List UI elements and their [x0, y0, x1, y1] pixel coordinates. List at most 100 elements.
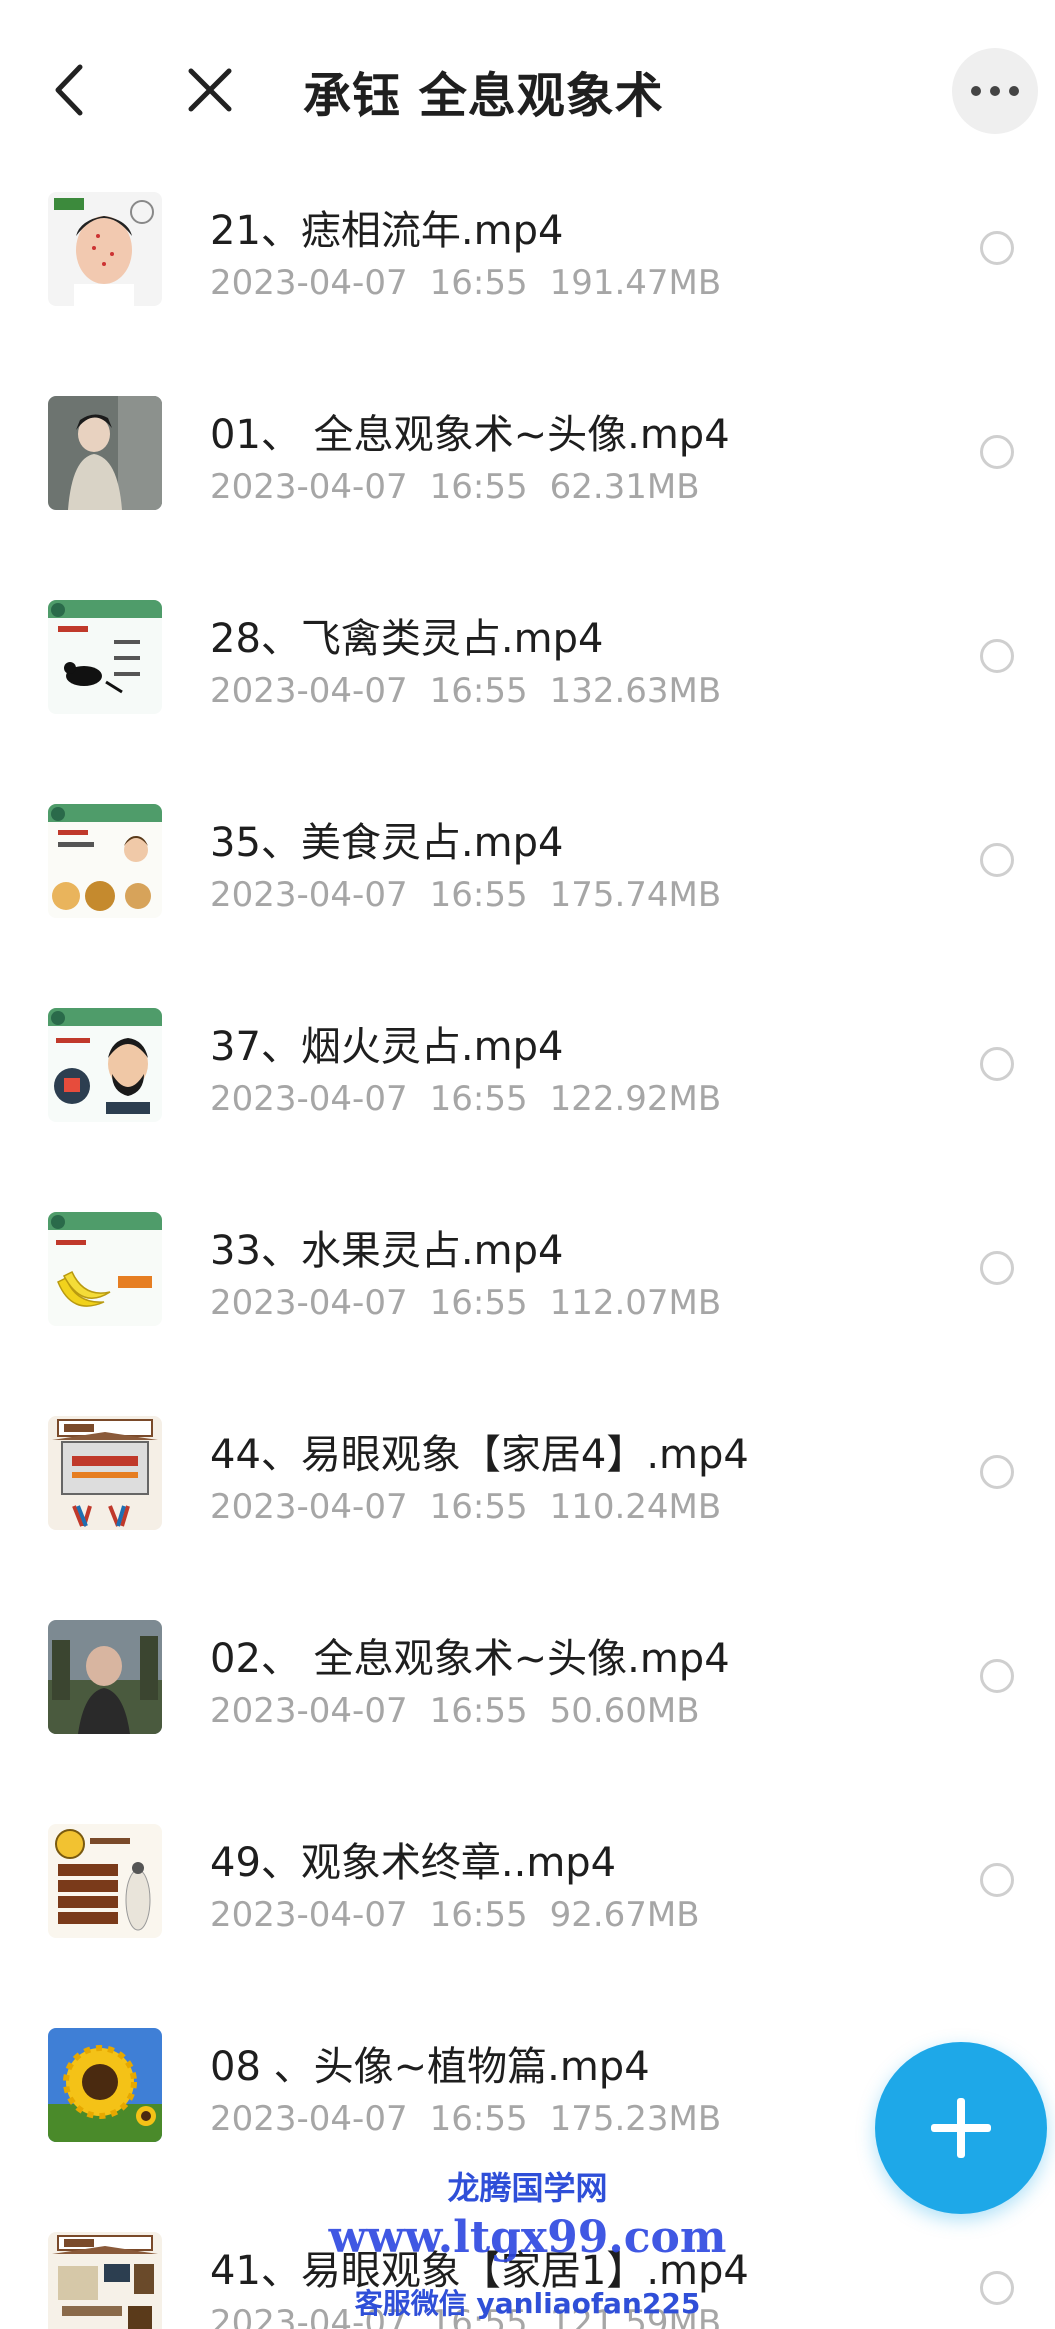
banana-thumbnail: [48, 1212, 162, 1326]
list-item[interactable]: 28、飞禽类灵占.mp4 2023-04-07 16:55 132.63MB: [0, 586, 1055, 790]
file-meta: 2023-04-07 16:55 62.31MB: [210, 467, 722, 507]
close-button[interactable]: [175, 55, 245, 125]
list-item[interactable]: 21、痣相流年.mp4 2023-04-07 16:55 191.47MB: [0, 178, 1055, 382]
file-time: 16:55: [429, 1283, 528, 1323]
page-title: 承钰 全息观象术: [303, 68, 664, 124]
file-date: 2023-04-07: [210, 263, 408, 303]
file-name: 01、 全息观象术~头像.mp4: [210, 412, 730, 458]
file-meta: 2023-04-07 16:55 191.47MB: [210, 263, 743, 303]
file-meta: 2023-04-07 16:55 121.59MB: [210, 2303, 743, 2329]
file-date: 2023-04-07: [210, 2303, 408, 2329]
select-radio[interactable]: [980, 639, 1014, 673]
sunflower-thumbnail: [48, 2028, 162, 2142]
list-item[interactable]: 41、易眼观象【家居1】.mp4 2023-04-07 16:55 121.59MB: [0, 2218, 1055, 2329]
file-date: 2023-04-07: [210, 2099, 408, 2139]
face-moles-thumbnail: [48, 192, 162, 306]
file-date: 2023-04-07: [210, 467, 408, 507]
select-radio[interactable]: [980, 435, 1014, 469]
file-time: 16:55: [429, 2303, 528, 2329]
file-date: 2023-04-07: [210, 1895, 408, 1935]
file-time: 16:55: [429, 1079, 528, 1119]
list-item[interactable]: 33、水果灵占.mp4 2023-04-07 16:55 112.07MB: [0, 1198, 1055, 1402]
file-size: 50.60MB: [549, 1691, 700, 1731]
header: 承钰 全息观象术: [0, 0, 1055, 180]
food-thumbnail: [48, 804, 162, 918]
list-item[interactable]: 35、美食灵占.mp4 2023-04-07 16:55 175.74MB: [0, 790, 1055, 994]
man-face-thumbnail: [48, 1008, 162, 1122]
file-size: 112.07MB: [549, 1283, 722, 1323]
file-name: 02、 全息观象术~头像.mp4: [210, 1636, 730, 1682]
more-horizontal-icon: [971, 86, 981, 96]
list-item[interactable]: 49、观象术终章..mp4 2023-04-07 16:55 92.67MB: [0, 1810, 1055, 2014]
file-list-screen: 承钰 全息观象术 21、痣相流年.mp4 2023-04-07 16:55 19…: [0, 0, 1055, 2329]
file-date: 2023-04-07: [210, 1079, 408, 1119]
select-radio[interactable]: [980, 1863, 1014, 1897]
file-name: 21、痣相流年.mp4: [210, 208, 564, 254]
file-time: 16:55: [429, 1487, 528, 1527]
file-date: 2023-04-07: [210, 1487, 408, 1527]
list-item[interactable]: 01、 全息观象术~头像.mp4 2023-04-07 16:55 62.31MB: [0, 382, 1055, 586]
file-name: 44、易眼观象【家居4】.mp4: [210, 1432, 749, 1478]
file-date: 2023-04-07: [210, 875, 408, 915]
file-meta: 2023-04-07 16:55 132.63MB: [210, 671, 743, 711]
close-icon: [188, 68, 232, 112]
select-radio[interactable]: [980, 1251, 1014, 1285]
select-radio[interactable]: [980, 231, 1014, 265]
file-name: 49、观象术终章..mp4: [210, 1840, 617, 1886]
file-time: 16:55: [429, 2099, 528, 2139]
more-dot: [1009, 86, 1019, 96]
file-meta: 2023-04-07 16:55 175.74MB: [210, 875, 743, 915]
file-date: 2023-04-07: [210, 1283, 408, 1323]
file-size: 62.31MB: [549, 467, 700, 507]
file-size: 92.67MB: [549, 1895, 700, 1935]
more-dot: [990, 86, 1000, 96]
file-size: 175.74MB: [549, 875, 722, 915]
bird-thumbnail: [48, 600, 162, 714]
file-time: 16:55: [429, 1895, 528, 1935]
file-meta: 2023-04-07 16:55 112.07MB: [210, 1283, 743, 1323]
file-size: 121.59MB: [549, 2303, 722, 2329]
file-date: 2023-04-07: [210, 671, 408, 711]
select-radio[interactable]: [980, 2271, 1014, 2305]
back-button[interactable]: [40, 55, 100, 125]
select-radio[interactable]: [980, 1659, 1014, 1693]
home-interior-thumbnail: [48, 2232, 162, 2329]
file-time: 16:55: [429, 263, 528, 303]
file-meta: 2023-04-07 16:55 92.67MB: [210, 1895, 722, 1935]
file-name: 08 、头像~植物篇.mp4: [210, 2044, 650, 2090]
file-size: 191.47MB: [549, 263, 722, 303]
more-button[interactable]: [952, 48, 1038, 134]
select-radio[interactable]: [980, 843, 1014, 877]
list-item[interactable]: 37、烟火灵占.mp4 2023-04-07 16:55 122.92MB: [0, 994, 1055, 1198]
file-date: 2023-04-07: [210, 1691, 408, 1731]
file-meta: 2023-04-07 16:55 50.60MB: [210, 1691, 722, 1731]
file-list: 21、痣相流年.mp4 2023-04-07 16:55 191.47MB 01、 …: [0, 178, 1055, 2329]
file-size: 122.92MB: [549, 1079, 722, 1119]
file-meta: 2023-04-07 16:55 175.23MB: [210, 2099, 743, 2139]
file-meta: 2023-04-07 16:55 110.24MB: [210, 1487, 743, 1527]
file-time: 16:55: [429, 671, 528, 711]
file-time: 16:55: [429, 467, 528, 507]
woman-portrait-thumbnail: [48, 396, 162, 510]
list-item[interactable]: 44、易眼观象【家居4】.mp4 2023-04-07 16:55 110.24MB: [0, 1402, 1055, 1606]
file-size: 132.63MB: [549, 671, 722, 711]
chevron-left-icon: [55, 64, 83, 116]
file-name: 37、烟火灵占.mp4: [210, 1024, 564, 1070]
file-name: 41、易眼观象【家居1】.mp4: [210, 2248, 749, 2294]
file-name: 33、水果灵占.mp4: [210, 1228, 564, 1274]
plus-icon-bar: [957, 2098, 965, 2158]
file-size: 110.24MB: [549, 1487, 722, 1527]
file-name: 28、飞禽类灵占.mp4: [210, 616, 604, 662]
file-meta: 2023-04-07 16:55 122.92MB: [210, 1079, 743, 1119]
home-fireplace-thumbnail: [48, 1416, 162, 1530]
list-item[interactable]: 02、 全息观象术~头像.mp4 2023-04-07 16:55 50.60MB: [0, 1606, 1055, 1810]
select-radio[interactable]: [980, 1455, 1014, 1489]
file-name: 35、美食灵占.mp4: [210, 820, 564, 866]
add-button[interactable]: [875, 2042, 1047, 2214]
select-radio[interactable]: [980, 1047, 1014, 1081]
file-time: 16:55: [429, 875, 528, 915]
outdoor-portrait-thumbnail: [48, 1620, 162, 1734]
file-size: 175.23MB: [549, 2099, 722, 2139]
file-time: 16:55: [429, 1691, 528, 1731]
chapter-list-thumbnail: [48, 1824, 162, 1938]
